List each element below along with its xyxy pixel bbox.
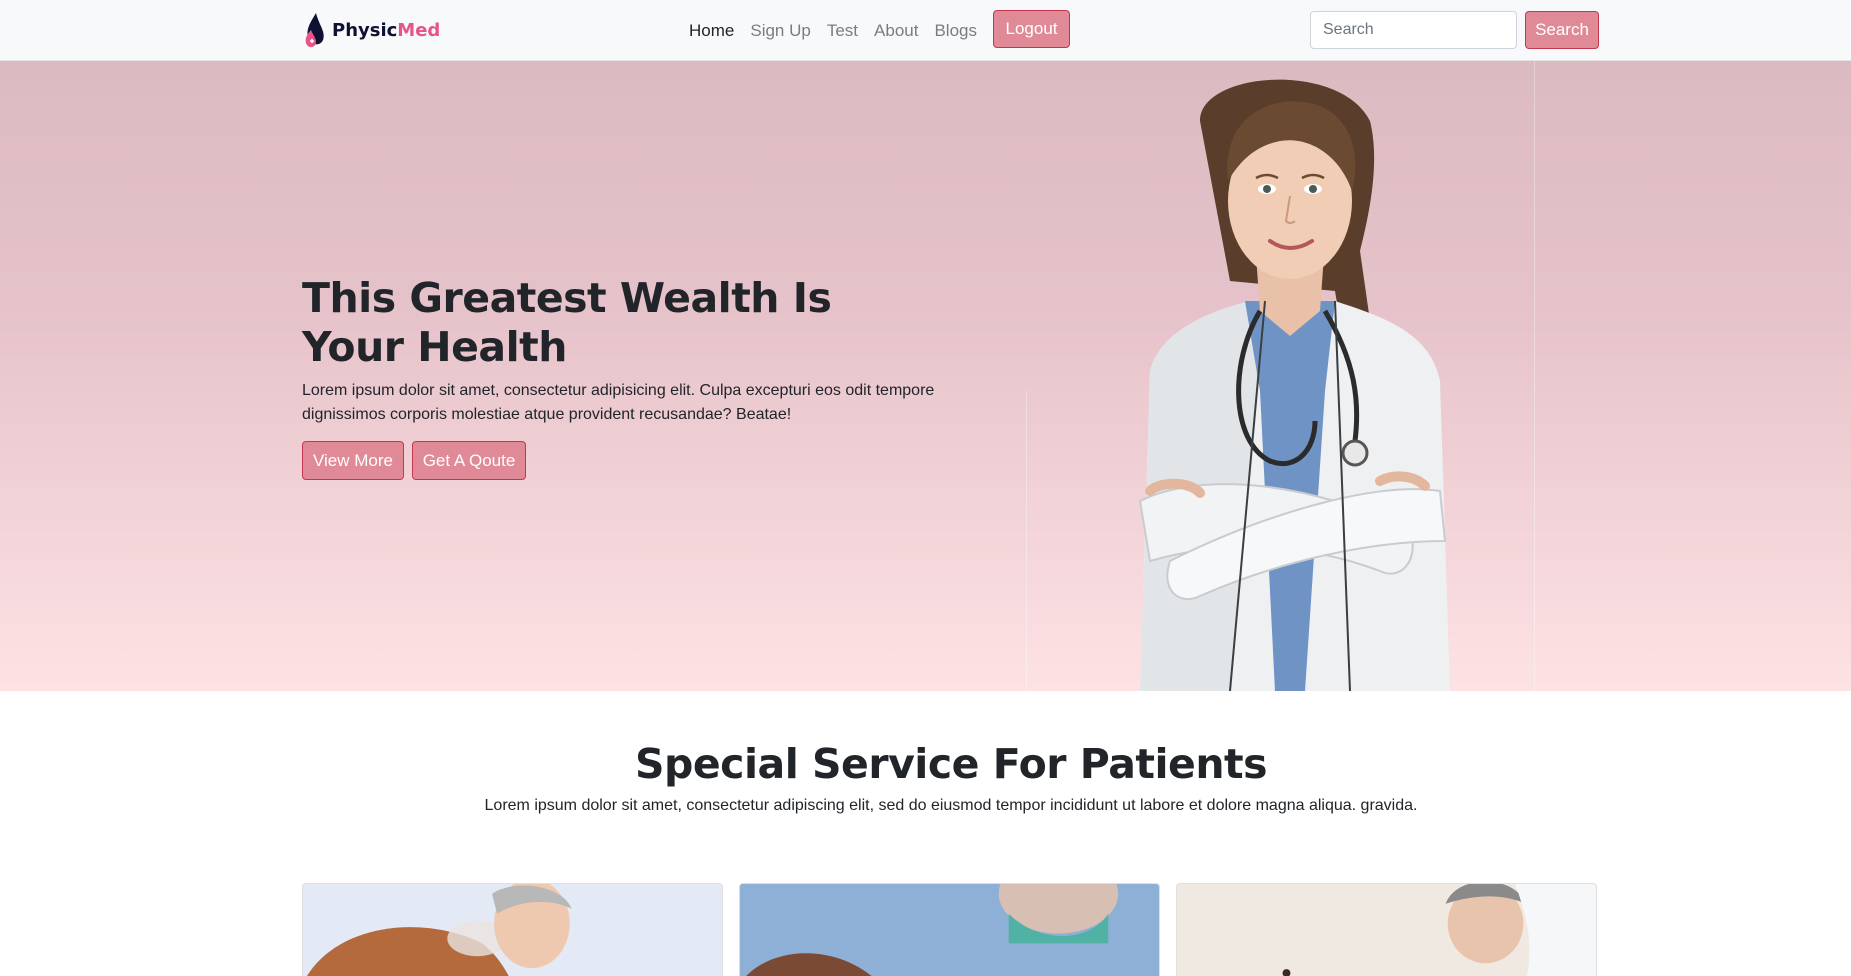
- hero-divider: [1026, 391, 1027, 691]
- brand[interactable]: PhysicMed: [302, 10, 440, 50]
- search-input[interactable]: [1310, 11, 1517, 49]
- view-more-button[interactable]: View More: [302, 441, 404, 480]
- brand-name: PhysicMed: [332, 19, 441, 41]
- service-card[interactable]: [302, 883, 723, 976]
- nav-sign-up[interactable]: Sign Up: [750, 21, 810, 41]
- logout-button[interactable]: Logout: [993, 10, 1070, 48]
- navbar: PhysicMed Home Sign Up Test About Blogs …: [0, 0, 1851, 61]
- brand-logo-icon: [305, 13, 324, 48]
- services-subtitle: Lorem ipsum dolor sit amet, consectetur …: [484, 797, 1418, 814]
- search-button[interactable]: Search: [1525, 11, 1599, 49]
- service-card-image: [1177, 884, 1596, 976]
- hero-section: This Greatest Wealth Is Your Health Lore…: [0, 61, 1851, 691]
- hero-title: This Greatest Wealth Is Your Health: [302, 274, 832, 371]
- get-quote-button[interactable]: Get A Qoute: [412, 441, 526, 480]
- nav-about[interactable]: About: [874, 21, 918, 41]
- hero-text: Lorem ipsum dolor sit amet, consectetur …: [302, 382, 935, 423]
- service-card[interactable]: [1176, 883, 1597, 976]
- doctor-image: [1138, 79, 1450, 691]
- service-card[interactable]: [739, 883, 1160, 976]
- nav-home[interactable]: Home: [689, 21, 734, 41]
- service-card-image: [303, 884, 722, 976]
- hero-divider: [1534, 61, 1535, 691]
- nav-test[interactable]: Test: [827, 21, 858, 41]
- services-title: Special Service For Patients: [634, 740, 1268, 788]
- nav-blogs[interactable]: Blogs: [934, 21, 977, 41]
- service-card-image: [740, 884, 1159, 976]
- nav-links: Home Sign Up Test About Blogs: [689, 0, 993, 61]
